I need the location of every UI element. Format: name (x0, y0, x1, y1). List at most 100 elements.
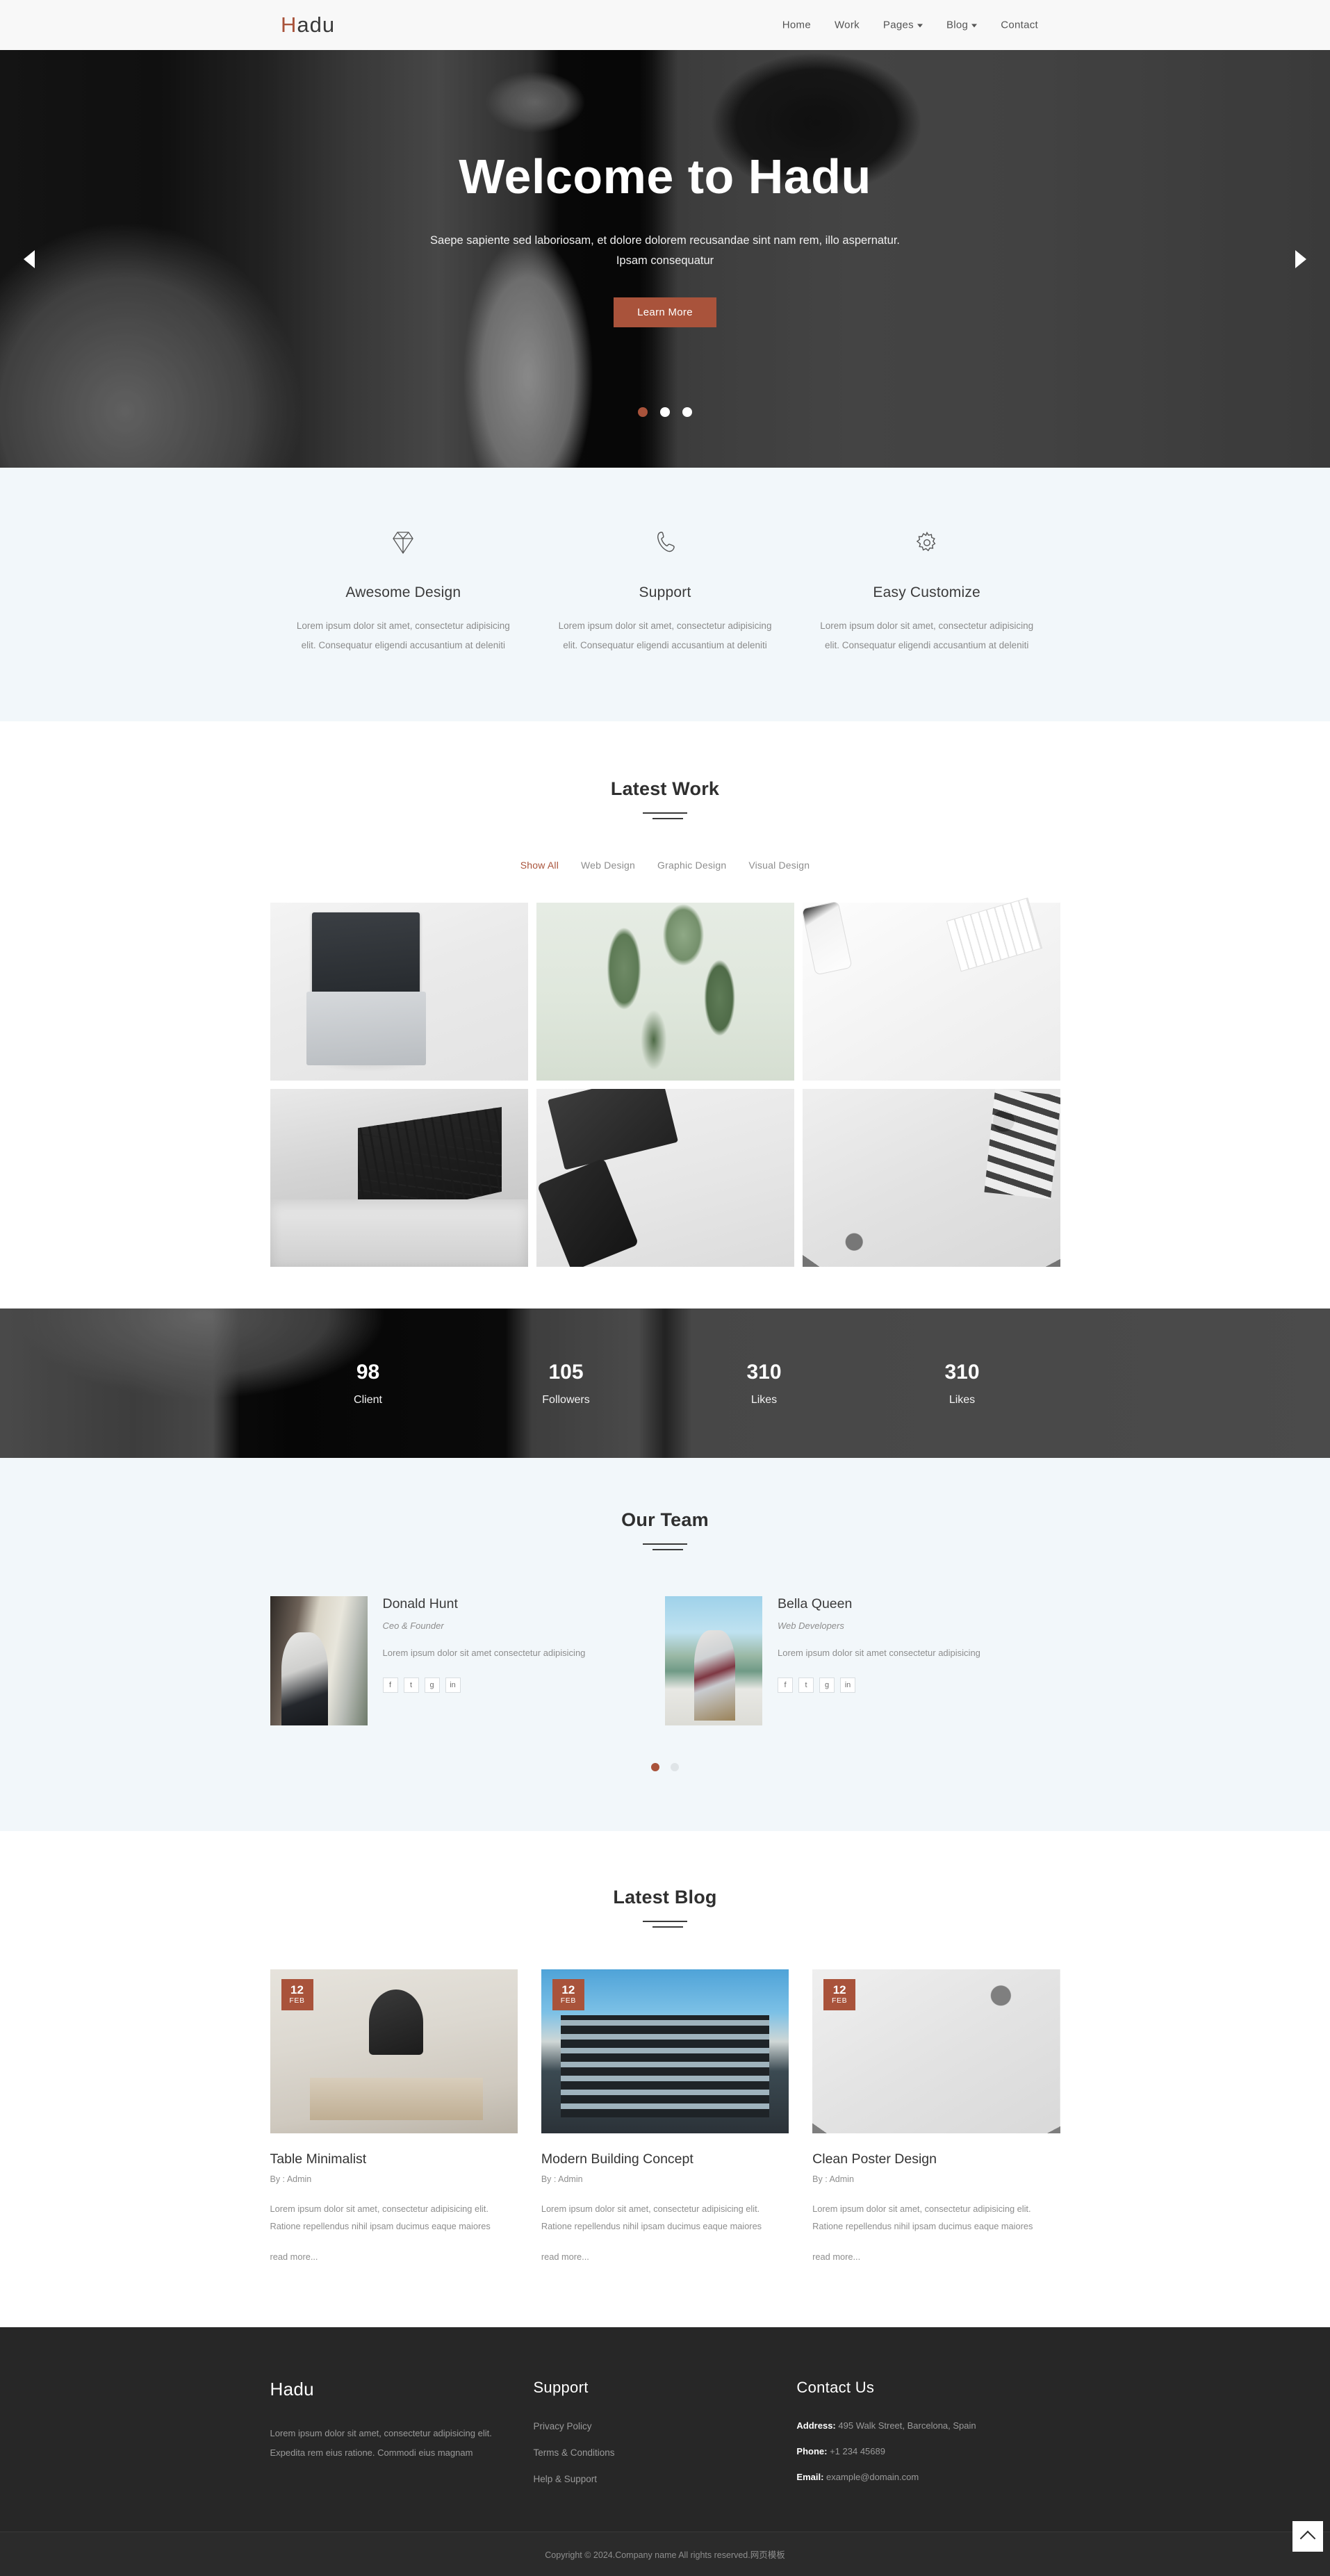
work-item-1[interactable] (270, 903, 528, 1081)
nav-item-blog[interactable]: Blog (946, 19, 978, 31)
member-text: Lorem ipsum dolor sit amet consectetur a… (382, 1648, 586, 1659)
gear-icon (819, 522, 1034, 564)
section-title: Latest Work (610, 778, 720, 800)
service-card-awesome-design: Awesome Design Lorem ipsum dolor sit ame… (272, 522, 534, 655)
google-plus-icon[interactable]: g (819, 1677, 835, 1693)
carousel-dot-1[interactable] (638, 407, 648, 417)
footer-link-help-support[interactable]: Help & Support (533, 2474, 597, 2484)
blog-post-clean-poster-design: 12 FEB Clean Poster Design By : Admin Lo… (812, 1969, 1060, 2263)
copyright-text: Copyright © 2024.Company name All rights… (545, 2550, 785, 2561)
post-author: By : Admin (541, 2174, 583, 2185)
service-text: Lorem ipsum dolor sit amet, consectetur … (558, 621, 772, 650)
work-filter-tabs: Show All Web Design Graphic Design Visua… (0, 860, 1330, 871)
our-team-section: Our Team Donald Hunt Ceo & Founder Lorem… (0, 1458, 1330, 1832)
service-title: Easy Customize (873, 584, 980, 600)
title-divider (643, 812, 687, 822)
facebook-icon[interactable]: f (778, 1677, 793, 1693)
team-dot-2[interactable] (671, 1763, 679, 1772)
learn-more-button[interactable]: Learn More (614, 297, 716, 327)
counter-label: Likes (949, 1393, 976, 1406)
member-role: Web Developers (778, 1621, 844, 1632)
counter-value: 310 (944, 1360, 980, 1384)
site-footer: Hadu Lorem ipsum dolor sit amet, consect… (0, 2327, 1330, 2532)
diamond-icon (296, 522, 511, 564)
work-item-4[interactable] (270, 1089, 528, 1268)
avatar (665, 1596, 762, 1726)
post-date-badge: 12 FEB (552, 1979, 584, 2011)
chevron-right-icon (1295, 249, 1306, 268)
list-item: Help & Support (533, 2473, 762, 2486)
badge-day: 12 (561, 1983, 575, 1997)
counter-client: 98 Client (269, 1361, 467, 1406)
read-more-link[interactable]: read more... (270, 2251, 318, 2262)
linkedin-icon[interactable]: in (445, 1677, 461, 1693)
work-item-6[interactable] (802, 1089, 1060, 1268)
post-date-badge: 12 FEB (281, 1979, 313, 2011)
counter-likes-1: 310 Likes (665, 1361, 863, 1406)
phone-icon (558, 522, 773, 564)
post-thumbnail[interactable]: 12 FEB (541, 1969, 789, 2134)
carousel-prev-button[interactable] (15, 245, 43, 273)
post-title[interactable]: Table Minimalist (270, 2151, 518, 2167)
filter-show-all[interactable]: Show All (520, 860, 559, 871)
contact-phone-label: Phone: (796, 2446, 828, 2457)
member-social-links: f t g in (778, 1677, 980, 1693)
post-thumbnail[interactable]: 12 FEB (270, 1969, 518, 2134)
nav-item-home[interactable]: Home (782, 19, 811, 31)
twitter-icon[interactable]: t (403, 1677, 419, 1693)
filter-visual-design[interactable]: Visual Design (748, 860, 810, 871)
nav-item-pages[interactable]: Pages (883, 19, 923, 31)
facebook-icon[interactable]: f (382, 1677, 398, 1693)
member-text: Lorem ipsum dolor sit amet consectetur a… (778, 1648, 980, 1659)
member-role: Ceo & Founder (382, 1621, 444, 1632)
linkedin-icon[interactable]: in (840, 1677, 855, 1693)
service-card-easy-customize: Easy Customize Lorem ipsum dolor sit ame… (796, 522, 1058, 655)
work-item-5[interactable] (536, 1089, 794, 1268)
team-carousel-dots (0, 1763, 1330, 1772)
team-member-donald-hunt: Donald Hunt Ceo & Founder Lorem ipsum do… (270, 1596, 666, 1726)
footer-link-privacy-policy[interactable]: Privacy Policy (533, 2421, 591, 2431)
service-card-support: Support Lorem ipsum dolor sit amet, cons… (534, 522, 796, 655)
contact-phone: Phone: +1 234 45689 (796, 2446, 1025, 2456)
counter-value: 310 (746, 1360, 782, 1384)
section-heading: Latest Blog (0, 1887, 1330, 1930)
footer-contact-title: Contact Us (796, 2379, 875, 2397)
blog-posts-row: 12 FEB Table Minimalist By : Admin Lorem… (270, 1969, 1060, 2263)
stats-counter-section: 98 Client 105 Followers 310 Likes 310 Li… (0, 1308, 1330, 1459)
filter-graphic-design[interactable]: Graphic Design (657, 860, 726, 871)
team-dot-1[interactable] (651, 1763, 659, 1772)
twitter-icon[interactable]: t (798, 1677, 814, 1693)
carousel-dot-2[interactable] (660, 407, 670, 417)
logo-first-letter: H (281, 13, 297, 37)
service-text: Lorem ipsum dolor sit amet, consectetur … (296, 621, 510, 650)
chevron-down-icon (917, 24, 923, 28)
work-grid (270, 903, 1060, 1268)
carousel-dot-3[interactable] (682, 407, 692, 417)
filter-web-design[interactable]: Web Design (581, 860, 635, 871)
site-logo[interactable]: Hadu (281, 13, 335, 38)
carousel-next-button[interactable] (1287, 245, 1315, 273)
google-plus-icon[interactable]: g (424, 1677, 440, 1693)
post-title[interactable]: Modern Building Concept (541, 2151, 789, 2167)
counter-label: Followers (542, 1393, 590, 1406)
back-to-top-button[interactable] (1292, 2521, 1323, 2552)
contact-phone-value: +1 234 45689 (830, 2446, 885, 2457)
post-thumbnail[interactable]: 12 FEB (812, 1969, 1060, 2134)
post-author: By : Admin (812, 2174, 854, 2185)
post-title[interactable]: Clean Poster Design (812, 2151, 1060, 2167)
contact-email-value: example@domain.com (826, 2472, 919, 2483)
hero-carousel: Welcome to Hadu Saepe sapiente sed labor… (0, 50, 1330, 468)
nav-item-contact[interactable]: Contact (1001, 19, 1038, 31)
site-header: Hadu Home Work Pages Blog Contact (0, 0, 1330, 50)
title-divider (643, 1543, 687, 1553)
blog-post-modern-building-concept: 12 FEB Modern Building Concept By : Admi… (541, 1969, 789, 2263)
read-more-link[interactable]: read more... (812, 2251, 860, 2262)
work-item-2[interactable] (536, 903, 794, 1081)
footer-link-terms-conditions[interactable]: Terms & Conditions (533, 2447, 614, 2458)
post-excerpt: Lorem ipsum dolor sit amet, consectetur … (541, 2204, 762, 2232)
nav-item-work[interactable]: Work (835, 19, 860, 31)
badge-day: 12 (290, 1983, 304, 1997)
read-more-link[interactable]: read more... (541, 2251, 589, 2262)
work-item-3[interactable] (802, 903, 1060, 1081)
post-date-badge: 12 FEB (823, 1979, 856, 2011)
